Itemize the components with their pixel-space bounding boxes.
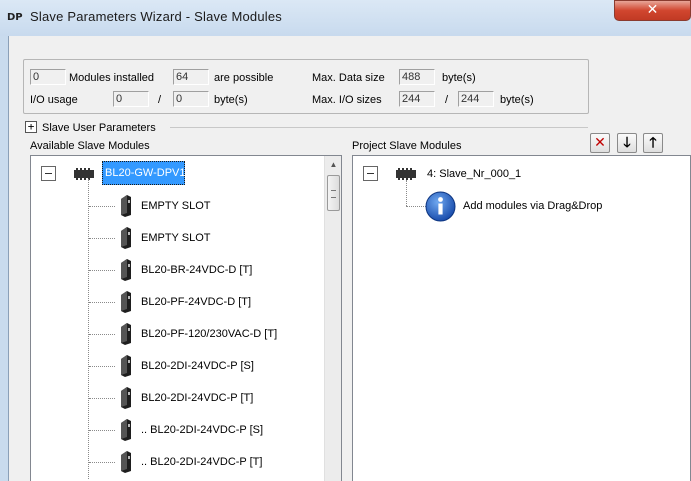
possible-modules-label: are possible <box>214 72 274 84</box>
max-io-input-field: 244 <box>399 91 435 107</box>
window-close-button[interactable]: ✕ <box>614 0 691 21</box>
max-data-size-unit: byte(s) <box>442 72 476 84</box>
project-root-label[interactable]: 4: Slave_Nr_000_1 <box>427 167 521 181</box>
available-module-label: BL20-2DI-24VDC-P [S] <box>141 360 254 372</box>
gateway-icon <box>74 168 94 180</box>
io-usage-unit: byte(s) <box>214 94 248 106</box>
available-module-item[interactable]: .. BL20-2DI-24VDC-P [S] <box>89 418 339 442</box>
user-params-separator <box>170 127 588 128</box>
tree-connector <box>89 430 115 431</box>
tree-connector <box>406 206 426 207</box>
available-module-item[interactable]: EMPTY SLOT <box>89 194 339 218</box>
delete-module-button[interactable]: ✕ <box>590 133 610 153</box>
tree-connector <box>89 398 115 399</box>
tree-connector <box>89 206 115 207</box>
possible-modules-field: 64 <box>173 69 209 85</box>
available-module-label: EMPTY SLOT <box>141 232 211 244</box>
user-params-label[interactable]: Slave User Parameters <box>42 121 156 135</box>
available-modules-tree[interactable]: BL20-GW-DPV1 EMPTY SLOT EMPTY SLOT BL20-BR… <box>30 155 342 481</box>
available-module-item[interactable]: BL20-BR-24VDC-D [T] <box>89 258 339 282</box>
available-root-node[interactable]: BL20-GW-DPV1 <box>102 161 186 185</box>
close-icon: ✕ <box>646 2 659 18</box>
max-data-size-field: 488 <box>399 69 435 85</box>
max-io-separator: / <box>445 94 449 106</box>
scrollbar-thumb[interactable] <box>327 175 340 211</box>
project-modules-tree[interactable]: 4: Slave_Nr_000_1 Add modules via Drag&D… <box>352 155 691 481</box>
io-usage-input-field: 0 <box>113 91 149 107</box>
max-data-size-label: Max. Data size <box>312 72 385 84</box>
available-module-label: BL20-2DI-24VDC-P [T] <box>141 392 254 404</box>
available-root-collapse-button[interactable] <box>41 166 56 181</box>
io-module-icon <box>121 259 131 281</box>
available-module-label: EMPTY SLOT <box>141 200 211 212</box>
move-up-button[interactable]: 🡑 <box>643 133 663 153</box>
tree-connector <box>89 302 115 303</box>
available-module-label: BL20-PF-120/230VAC-D [T] <box>141 328 278 340</box>
available-module-label: .. BL20-2DI-24VDC-P [T] <box>141 456 263 468</box>
slave-device-icon <box>396 168 416 180</box>
available-module-item[interactable]: BL20-2DI-24VDC-P [S] <box>89 354 339 378</box>
window-title: Slave Parameters Wizard - Slave Modules <box>30 9 283 24</box>
title-bar: DP Slave Parameters Wizard - Slave Modul… <box>0 0 691 36</box>
scroll-up-icon[interactable]: ▲ <box>327 160 340 170</box>
available-module-item[interactable]: BL20-2DI-24VDC-P [T] <box>89 386 339 410</box>
max-io-sizes-label: Max. I/O sizes <box>312 94 382 106</box>
arrow-down-icon: 🡓 <box>623 135 631 151</box>
tree-connector <box>89 334 115 335</box>
available-module-item[interactable]: .. BL20-2DI-24VDC-P [T] <box>89 450 339 474</box>
available-module-label: BL20-PF-24VDC-D [T] <box>141 296 252 308</box>
move-down-button[interactable]: 🡓 <box>617 133 637 153</box>
available-module-item[interactable]: BL20-PF-24VDC-D [T] <box>89 290 339 314</box>
available-modules-scrollbar[interactable]: ▲ <box>324 156 341 481</box>
available-root-label: BL20-GW-DPV1 <box>105 167 186 179</box>
available-module-label: .. BL20-2DI-24VDC-P [S] <box>141 424 264 436</box>
max-io-output-field: 244 <box>458 91 494 107</box>
app-icon: DP <box>7 12 23 23</box>
modules-installed-field: 0 <box>30 69 66 85</box>
available-module-item[interactable]: EMPTY SLOT <box>89 226 339 250</box>
info-icon <box>425 191 456 222</box>
drag-drop-hint: Add modules via Drag&Drop <box>463 200 603 212</box>
max-io-unit: byte(s) <box>500 94 534 106</box>
tree-connector <box>89 238 115 239</box>
io-usage-label: I/O usage <box>30 94 78 106</box>
available-modules-header: Available Slave Modules <box>30 140 150 152</box>
io-usage-output-field: 0 <box>173 91 209 107</box>
io-usage-separator: / <box>158 94 162 106</box>
io-module-icon <box>121 355 131 377</box>
io-module-icon <box>121 195 131 217</box>
io-module-icon <box>121 387 131 409</box>
tree-connector <box>89 366 115 367</box>
delete-icon: ✕ <box>594 135 606 151</box>
available-module-label: BL20-BR-24VDC-D [T] <box>141 264 253 276</box>
project-root-collapse-button[interactable] <box>363 166 378 181</box>
io-module-icon <box>121 227 131 249</box>
io-module-icon <box>121 451 131 473</box>
available-module-item[interactable]: BL20-PF-120/230VAC-D [T] <box>89 322 339 346</box>
tree-connector <box>89 270 115 271</box>
project-modules-header: Project Slave Modules <box>352 140 462 152</box>
tree-connector <box>89 462 115 463</box>
io-module-icon <box>121 291 131 313</box>
user-params-expand-button[interactable]: + <box>25 121 37 133</box>
arrow-up-icon: 🡑 <box>649 135 657 151</box>
io-module-icon <box>121 323 131 345</box>
io-module-icon <box>121 419 131 441</box>
modules-installed-label: Modules installed <box>69 72 154 84</box>
tree-connector <box>406 180 407 206</box>
